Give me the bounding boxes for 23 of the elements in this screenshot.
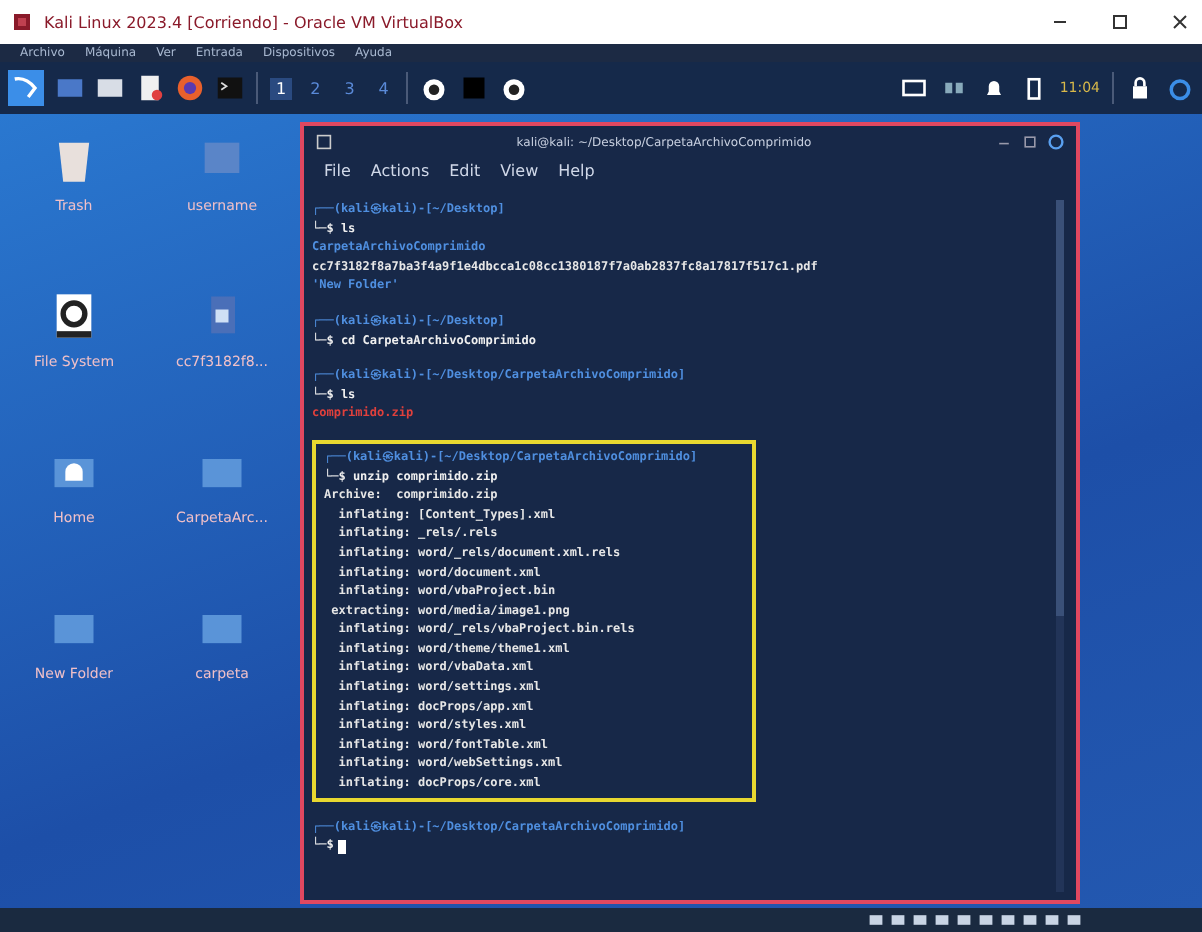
close-icon[interactable] [1048,134,1064,150]
menu-item[interactable]: Help [558,162,595,180]
workspace-button[interactable]: 4 [372,77,395,99]
close-icon[interactable] [1170,12,1190,32]
files-icon[interactable] [96,74,124,102]
workspace-button[interactable]: 1 [270,77,293,99]
workspace-button[interactable]: 3 [338,77,361,99]
menu-item[interactable]: File [324,162,351,180]
workspace-button[interactable]: 2 [304,77,327,99]
display-icon[interactable] [899,74,928,102]
menu-item[interactable]: View [500,162,539,180]
maximize-icon[interactable] [1110,12,1130,32]
power-icon[interactable] [1166,74,1194,102]
browser-icon[interactable] [176,74,204,102]
app-icon [12,12,32,32]
menu-item[interactable]: Actions [370,162,430,180]
window-title: Kali Linux 2023.4 [Corriendo] - Oracle VM VirtualBox [44,13,463,31]
scrollbar[interactable] [1056,200,1064,892]
document-icon[interactable] [136,74,164,102]
menu-item[interactable]: Edit [449,162,481,180]
app-menu-icon[interactable] [8,70,44,106]
desktop-icon[interactable] [56,74,84,102]
maximize-icon[interactable] [1022,134,1038,150]
